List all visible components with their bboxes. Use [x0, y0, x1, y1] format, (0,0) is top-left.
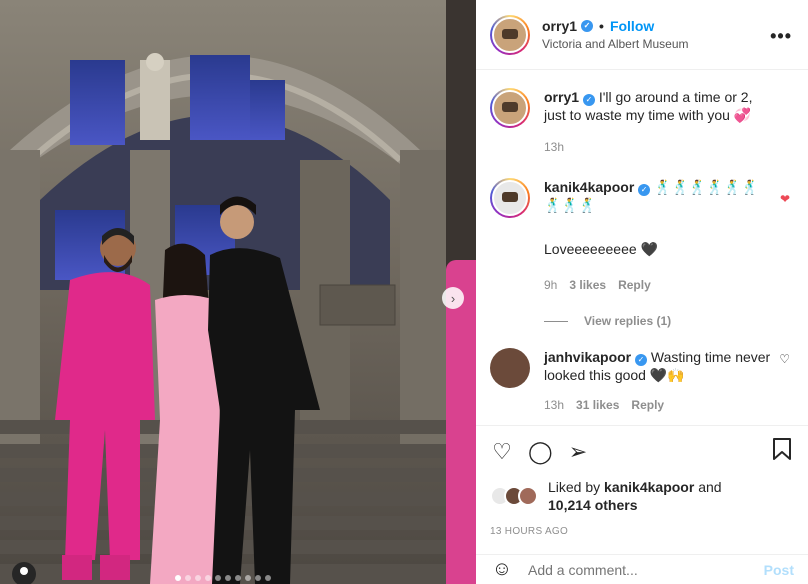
post-photo[interactable] — [0, 0, 446, 584]
author-avatar[interactable] — [490, 14, 530, 55]
post-comment-button[interactable]: Post — [764, 562, 794, 578]
liked-by-user[interactable]: kanik4kapoor — [604, 479, 694, 495]
comment-text-line2: Loveeeeeeeee 🖤 — [544, 241, 658, 257]
carousel-dot — [185, 575, 191, 581]
caption: orry1 ✓ I'll go around a time or 2, just… — [490, 88, 794, 156]
carousel-dot — [255, 575, 261, 581]
comment-avatar[interactable] — [490, 178, 530, 218]
carousel-dots — [175, 575, 271, 581]
comment-likes[interactable]: 31 likes — [576, 396, 619, 414]
caption-username[interactable]: orry1 — [544, 89, 579, 105]
author-username[interactable]: orry1 — [542, 18, 577, 34]
tagged-users-icon[interactable] — [12, 562, 36, 584]
carousel-dot — [265, 575, 271, 581]
verified-badge-icon: ✓ — [635, 354, 648, 366]
emoji-icon[interactable]: ☺ — [490, 558, 514, 581]
comments-section: orry1 ✓ I'll go around a time or 2, just… — [476, 88, 808, 414]
more-options-icon[interactable]: ••• — [770, 26, 792, 47]
likes-count[interactable]: 10,214 others — [548, 497, 638, 513]
separator-dot: • — [599, 18, 604, 34]
comment-item: janhvikapoor ✓ Wasting time never looked… — [490, 348, 794, 414]
share-paper-plane-icon[interactable]: ➢ — [566, 439, 590, 465]
add-comment-bar: ☺ Post — [476, 554, 808, 584]
comment-bubble-icon[interactable]: ◯ — [528, 439, 553, 465]
view-replies-label: View replies (1) — [584, 314, 672, 328]
heart-outline-icon[interactable]: ♡ — [779, 352, 790, 366]
caption-time: 13h — [544, 140, 565, 154]
comment-username[interactable]: kanik4kapoor — [544, 179, 634, 195]
carousel-next-button[interactable]: › — [442, 287, 464, 309]
post-header: orry1 ✓ • Follow Victoria and Albert Mus… — [476, 0, 808, 70]
photo-illustration — [0, 0, 446, 584]
comment-input[interactable] — [528, 561, 764, 578]
follow-button[interactable]: Follow — [610, 18, 654, 34]
carousel-dot — [235, 575, 241, 581]
liked-by-avatars[interactable] — [490, 486, 538, 506]
post-actions: ♡ ◯ ➢ Liked by kanik4kapoor and 10,214 o… — [476, 425, 808, 537]
liked-by-row: Liked by kanik4kapoor and 10,214 others — [490, 478, 794, 514]
post-details-panel: orry1 ✓ • Follow Victoria and Albert Mus… — [476, 0, 808, 584]
reply-button[interactable]: Reply — [618, 276, 651, 294]
verified-badge-icon: ✓ — [582, 94, 595, 106]
liker-avatar — [518, 486, 538, 506]
verified-badge-icon: ✓ — [638, 184, 651, 196]
comment-username[interactable]: janhvikapoor — [544, 349, 631, 365]
bookmark-icon[interactable] — [770, 438, 794, 466]
like-heart-icon[interactable]: ♡ — [490, 439, 514, 465]
verified-badge-icon: ✓ — [581, 20, 594, 32]
liked-by-and: and — [698, 479, 722, 495]
carousel-dot — [195, 575, 201, 581]
location-link[interactable]: Victoria and Albert Museum — [542, 37, 689, 51]
carousel-dot — [225, 575, 231, 581]
reply-button[interactable]: Reply — [631, 396, 664, 414]
comment-avatar[interactable] — [490, 348, 530, 388]
comment-item: kanik4kapoor ✓ 🕺🕺🕺🕺🕺🕺🕺🕺🕺 Loveeeeeeeee 🖤 … — [490, 178, 794, 330]
chevron-right-icon: › — [450, 290, 456, 306]
liked-by-prefix: Liked by — [548, 479, 601, 495]
comment-time: 9h — [544, 278, 558, 292]
comment-time: 13h — [544, 398, 565, 412]
caption-avatar[interactable] — [490, 88, 530, 128]
carousel-dot — [215, 575, 221, 581]
post-timestamp[interactable]: 13 HOURS AGO — [490, 526, 794, 537]
view-replies-button[interactable]: View replies (1) — [544, 312, 774, 330]
instagram-post-dialog: › orry1 ✓ • Follow Victoria and Albert M… — [0, 0, 808, 584]
heart-filled-icon[interactable]: ❤ — [780, 192, 790, 206]
carousel-dot — [245, 575, 251, 581]
carousel-dot — [205, 575, 211, 581]
comment-likes[interactable]: 3 likes — [569, 276, 606, 294]
carousel-dot — [175, 575, 181, 581]
